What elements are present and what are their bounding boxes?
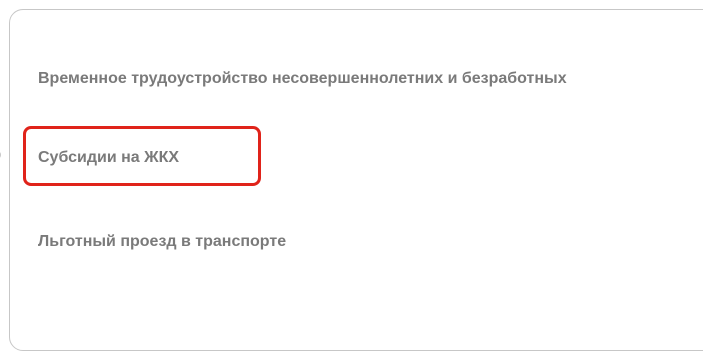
menu-item-temporary-employment[interactable]: Временное трудоустройство несовершенноле…	[38, 70, 567, 88]
menu-item-housing-subsidies[interactable]: Субсидии на ЖКХ	[38, 149, 179, 167]
cutoff-glyph: )	[0, 146, 1, 164]
menu-item-transport-benefits[interactable]: Льготный проезд в транспорте	[38, 233, 286, 251]
menu-card	[9, 9, 703, 351]
